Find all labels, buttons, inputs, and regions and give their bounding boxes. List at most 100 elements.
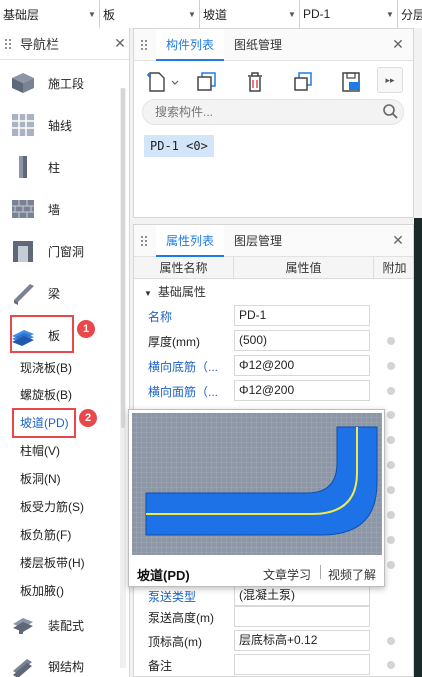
nav-header: 导航栏 ✕ — [0, 28, 129, 60]
grid-axis-icon — [10, 112, 36, 138]
close-icon[interactable]: ✕ — [111, 35, 129, 52]
ramp-illustration — [132, 413, 382, 555]
nav-item-steel-structure[interactable]: 钢结构 — [0, 645, 120, 677]
chevron-down-icon: ▼ — [288, 9, 296, 19]
nav-subitem-cast-slab[interactable]: 现浇板(B) — [20, 357, 72, 379]
property-name: 横向面筋（... — [148, 385, 219, 399]
close-icon[interactable]: ✕ — [389, 232, 407, 249]
nav-subitem-spiral-slab[interactable]: 螺旋板(B) — [20, 384, 72, 406]
type-select[interactable]: 坡道 ▼ — [200, 0, 300, 28]
property-row: 厚度(mm) (500) — [134, 329, 413, 353]
drag-handle-icon[interactable] — [4, 37, 12, 50]
component-toolbar — [144, 69, 386, 95]
property-row: 备注 — [134, 653, 413, 676]
delete-icon[interactable] — [242, 69, 268, 95]
scrollbar-thumb[interactable] — [121, 88, 125, 428]
drag-handle-icon[interactable] — [140, 234, 148, 247]
property-value-input[interactable]: (混凝土泵) — [234, 585, 370, 606]
extra-checkbox[interactable] — [387, 436, 395, 444]
property-row: 名称 PD-1 — [134, 304, 413, 328]
article-link[interactable]: 文章学习 — [263, 566, 311, 583]
search-icon[interactable] — [379, 100, 403, 124]
property-name: 泵送类型 — [148, 590, 197, 604]
save-template-button[interactable] — [338, 69, 364, 95]
extra-checkbox[interactable] — [387, 337, 395, 345]
property-value-input[interactable]: 层底标高+0.12 — [234, 630, 370, 651]
property-group-basic[interactable]: ▼ 基础属性 — [134, 281, 206, 303]
layer-select[interactable]: 分层 — [398, 0, 422, 28]
column-icon — [10, 154, 36, 180]
property-value-input[interactable]: Φ12@200 — [234, 380, 370, 401]
nav-item-construction-segment[interactable]: 施工段 — [0, 62, 120, 104]
copy-component-button[interactable] — [194, 69, 220, 95]
tab-property-list[interactable]: 属性列表 — [156, 225, 225, 257]
nav-subitem-column-cap[interactable]: 柱帽(V) — [20, 440, 60, 462]
top-toolbar: 基础层 ▼ 板 ▼ 坡道 ▼ PD-1 ▼ 分层 — [0, 0, 422, 28]
search-input[interactable] — [155, 105, 379, 119]
property-row: 泵送高度(m) — [134, 605, 413, 629]
nav-item-label: 施工段 — [48, 76, 85, 91]
nav-item-label: 门窗洞 — [48, 244, 85, 259]
property-name: 泵送高度(m) — [148, 611, 214, 625]
floor-select[interactable]: 基础层 ▼ — [0, 0, 100, 28]
tab-drawing-management[interactable]: 图纸管理 — [224, 29, 292, 61]
extra-checkbox[interactable] — [387, 461, 395, 469]
nav-item-wall[interactable]: 墙 — [0, 188, 120, 230]
nav-subitem-negative-rebar[interactable]: 板负筋(F) — [20, 524, 71, 546]
step-badge-2: 2 — [79, 409, 97, 427]
nav-item-grid-axis[interactable]: 轴线 — [0, 104, 120, 146]
nav-subitem-slab-hole[interactable]: 板洞(N) — [20, 468, 61, 490]
property-value-input[interactable] — [234, 654, 370, 675]
property-name: 名称 — [148, 310, 173, 324]
property-value-input[interactable]: PD-1 — [234, 305, 370, 326]
steel-structure-icon — [10, 653, 36, 677]
nav-item-column[interactable]: 柱 — [0, 146, 120, 188]
property-value-input[interactable]: Φ12@200 — [234, 355, 370, 376]
layer-select-value: 分层 — [401, 7, 422, 22]
extra-checkbox[interactable] — [387, 411, 395, 419]
window-edge — [414, 28, 422, 218]
nav-item-beam[interactable]: 梁 — [0, 272, 120, 314]
tab-component-list[interactable]: 构件列表 — [156, 28, 225, 61]
nav-title: 导航栏 — [20, 37, 60, 52]
category-select[interactable]: 板 ▼ — [100, 0, 200, 28]
property-value-input[interactable] — [234, 606, 370, 627]
nav-item-label: 轴线 — [48, 118, 73, 133]
property-name: 备注 — [148, 659, 173, 673]
extra-checkbox[interactable] — [387, 387, 395, 395]
property-value-input[interactable]: (500) — [234, 330, 370, 351]
nav-item-door-window[interactable]: 门窗洞 — [0, 230, 120, 272]
extra-checkbox[interactable] — [387, 486, 395, 494]
extra-checkbox[interactable] — [387, 561, 395, 569]
nav-subitem-slab-haunch[interactable]: 板加腋() — [20, 580, 64, 602]
tab-layer-management[interactable]: 图层管理 — [224, 225, 292, 257]
component-select[interactable]: PD-1 ▼ — [300, 0, 398, 28]
extra-checkbox[interactable] — [387, 362, 395, 370]
nav-item-label: 柱 — [48, 160, 61, 175]
canvas-edge — [414, 218, 422, 677]
highlight-slab-box — [10, 315, 74, 353]
more-icon[interactable]: ▸▸ — [377, 67, 403, 93]
extra-checkbox[interactable] — [387, 637, 395, 645]
extra-checkbox[interactable] — [387, 511, 395, 519]
chevron-down-icon: ▼ — [88, 9, 96, 19]
nav-subitem-slab-strip[interactable]: 楼层板带(H) — [20, 552, 85, 574]
video-link[interactable]: 视频了解 — [328, 566, 376, 583]
property-row: 顶标高(m) 层底标高+0.12 — [134, 629, 413, 653]
extra-checkbox[interactable] — [387, 661, 395, 669]
nav-subitem-slab-rebar[interactable]: 板受力筋(S) — [20, 496, 84, 518]
close-icon[interactable]: ✕ — [389, 36, 407, 53]
component-list-item[interactable]: PD-1 <0> — [144, 135, 214, 157]
nav-scrollbar[interactable] — [120, 88, 126, 668]
nav-item-prefab[interactable]: 装配式 — [0, 604, 120, 646]
component-search[interactable] — [142, 99, 404, 125]
drag-handle-icon[interactable] — [140, 38, 148, 51]
new-component-button[interactable] — [144, 69, 180, 95]
property-group-label: 基础属性 — [157, 285, 206, 299]
layer-copy-button[interactable] — [290, 69, 316, 95]
door-window-icon — [10, 238, 36, 264]
chevron-down-icon: ▼ — [188, 9, 196, 19]
property-panel-header: 属性列表 图层管理 ✕ — [134, 225, 413, 257]
collapse-triangle-icon[interactable]: ▼ — [144, 289, 152, 298]
extra-checkbox[interactable] — [387, 536, 395, 544]
